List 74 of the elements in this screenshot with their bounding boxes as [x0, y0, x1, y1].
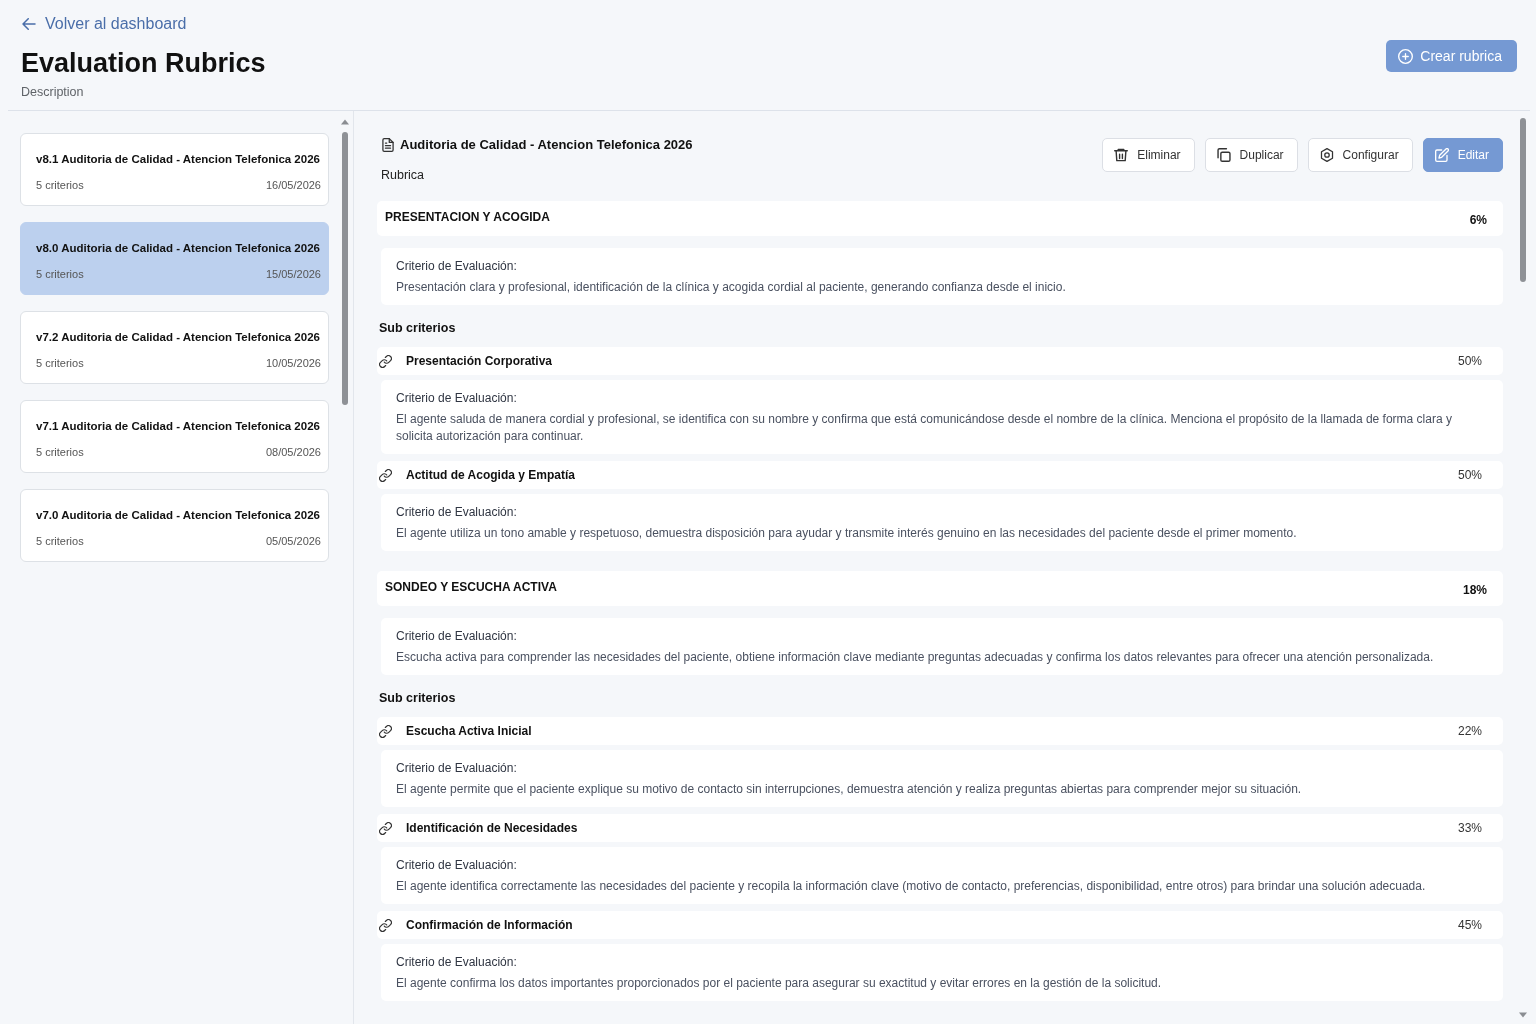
rubric-title: v7.2 Auditoria de Calidad - Atencion Telefonica 2026 — [36, 330, 321, 345]
page-description: Description — [21, 84, 84, 100]
edit-icon — [1434, 148, 1449, 162]
link-icon — [379, 724, 392, 738]
link-icon — [379, 918, 392, 932]
criterion-text: El agente saluda de manera cordial y profesional, se identifica con su nombre y confirma que está comunicándose desde el nombre de la clínica. Menciona el propósito de la llamada de forma clara y solicita autorización para continuar. — [396, 411, 1453, 445]
subcriterion-weight: 33% — [1457, 821, 1482, 835]
trash-icon — [1114, 148, 1129, 162]
criterion-text: El agente identifica correctamente las necesidades del paciente y recopila la información clave (motivo de contacto, preferencias, disponibilidad, entre otros) para brindar una solución adecuada. — [396, 878, 1427, 895]
criteria-count: 5 criterios — [36, 534, 84, 548]
rubric-date: 16/05/2026 — [265, 178, 321, 192]
criteria-count: 5 criterios — [36, 178, 84, 192]
link-icon — [379, 821, 392, 835]
delete-button[interactable]: Eliminar — [1102, 138, 1195, 172]
scrollbar-thumb[interactable] — [342, 132, 348, 405]
rubric-title: v7.1 Auditoria de Calidad - Atencion Telefonica 2026 — [36, 419, 321, 434]
rubric-date: 08/05/2026 — [265, 445, 321, 459]
scroll-up-arrow-icon[interactable] — [341, 119, 349, 125]
subcriterion-weight: 22% — [1457, 724, 1482, 738]
rubric-card[interactable]: v8.1 Auditoria de Calidad - Atencion Telefonica 2026 5 criterios 16/05/2026 — [20, 133, 329, 206]
subcriterion-weight: 50% — [1457, 468, 1482, 482]
configure-button[interactable]: Configurar — [1307, 138, 1413, 172]
rubric-heading: Auditoria de Calidad - Atencion Telefonica 2026 — [400, 137, 693, 153]
rubric-title: v7.0 Auditoria de Calidad - Atencion Telefonica 2026 — [36, 508, 321, 523]
criterion-text: Presentación clara y profesional, identificación de la clínica y acogida cordial al paciente, generando confianza desde el inicio. — [396, 279, 1067, 296]
rubric-title: v8.1 Auditoria de Calidad - Atencion Telefonica 2026 — [36, 152, 321, 167]
subcriterion-name: Identificación de Necesidades — [406, 821, 578, 835]
rubric-card[interactable]: v8.0 Auditoria de Calidad - Atencion Telefonica 2026 5 criterios 15/05/2026 — [20, 222, 329, 295]
criterion-label: Criterio de Evaluación: — [396, 954, 518, 970]
criteria-count: 5 criterios — [36, 267, 84, 281]
subcriterion-name: Escucha Activa Inicial — [406, 724, 532, 738]
document-icon — [382, 138, 394, 152]
back-link[interactable]: Volver al dashboard — [21, 14, 187, 34]
subcriteria-heading: Sub criterios — [379, 690, 457, 706]
rubric-card[interactable]: v7.2 Auditoria de Calidad - Atencion Telefonica 2026 5 criterios 10/05/2026 — [20, 311, 329, 384]
scrollbar-thumb[interactable] — [1520, 118, 1526, 282]
criteria-count: 5 criterios — [36, 356, 84, 370]
criterion-label: Criterio de Evaluación: — [396, 390, 518, 406]
criterion-label: Criterio de Evaluación: — [396, 857, 518, 873]
rubric-type-label: Rubrica — [380, 167, 425, 183]
criterion-label: Criterio de Evaluación: — [396, 628, 518, 644]
criterion-weight: 6% — [1469, 213, 1487, 228]
subcriterion-name: Presentación Corporativa — [406, 354, 553, 368]
settings-icon — [1319, 148, 1334, 162]
criteria-count: 5 criterios — [36, 445, 84, 459]
scroll-down-arrow-icon[interactable] — [1519, 1012, 1527, 1018]
criterion-label: Criterio de Evaluación: — [396, 258, 518, 274]
arrow-left-icon — [22, 18, 36, 30]
criterion-name: PRESENTACION Y ACOGIDA — [385, 210, 550, 225]
link-icon — [379, 354, 392, 368]
rubric-title: v8.0 Auditoria de Calidad - Atencion Telefonica 2026 — [36, 241, 321, 256]
link-icon — [379, 468, 392, 482]
subcriterion-weight: 50% — [1457, 354, 1482, 368]
page-title: Evaluation Rubrics — [21, 47, 266, 80]
criterion-text: El agente utiliza un tono amable y respetuoso, demuestra disposición para ayudar y transmite interés genuino en las necesidades del paciente desde el primer momento. — [396, 525, 1298, 542]
rubric-date: 10/05/2026 — [265, 356, 321, 370]
rubric-date: 05/05/2026 — [265, 534, 321, 548]
criterion-text: El agente permite que el paciente explique su motivo de contacto sin interrupciones, demuestra atención y realiza preguntas abiertas para comprender mejor su situación. — [396, 781, 1303, 798]
criterion-weight: 18% — [1462, 583, 1487, 598]
subcriterion-name: Confirmación de Información — [406, 918, 573, 932]
criterion-label: Criterio de Evaluación: — [396, 504, 518, 520]
plus-circle-icon — [1398, 48, 1414, 64]
criterion-text: El agente confirma los datos importantes proporcionados por el paciente para asegurar su exactitud y evitar errores en la gestión de la solicitud. — [396, 975, 1163, 992]
criterion-text: Escucha activa para comprender las necesidades del paciente, obtiene información clave mediante preguntas adecuadas y confirma los datos relevantes para ofrecer una atención personalizada. — [396, 649, 1435, 666]
criterion-label: Criterio de Evaluación: — [396, 760, 518, 776]
subcriterion-name: Actitud de Acogida y Empatía — [406, 468, 575, 482]
rubric-card[interactable]: v7.0 Auditoria de Calidad - Atencion Telefonica 2026 5 criterios 05/05/2026 — [20, 489, 329, 562]
duplicate-button[interactable]: Duplicar — [1204, 138, 1298, 172]
rubric-date: 15/05/2026 — [265, 267, 321, 281]
copy-icon — [1216, 148, 1231, 162]
criterion-name: SONDEO Y ESCUCHA ACTIVA — [385, 580, 557, 595]
subcriterion-weight: 45% — [1457, 918, 1482, 932]
subcriteria-heading: Sub criterios — [379, 320, 457, 336]
rubric-card[interactable]: v7.1 Auditoria de Calidad - Atencion Telefonica 2026 5 criterios 08/05/2026 — [20, 400, 329, 473]
